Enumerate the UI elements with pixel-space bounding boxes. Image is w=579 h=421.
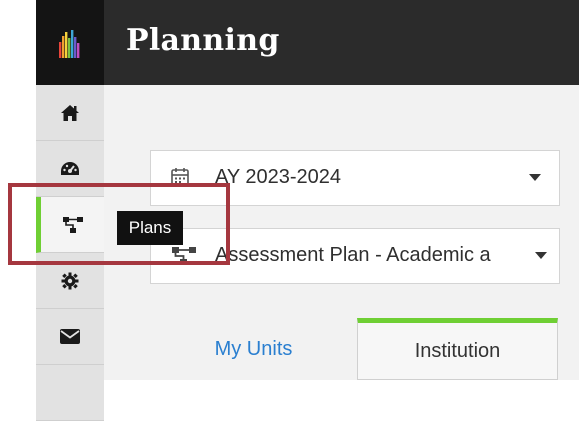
sidebar-item-home[interactable]	[36, 85, 104, 141]
academic-year-value: AY 2023-2024	[215, 166, 342, 188]
sidebar-item-messages[interactable]	[36, 309, 104, 365]
app-logo[interactable]	[36, 0, 104, 85]
app-header: Planning	[104, 0, 579, 85]
envelope-icon	[60, 329, 80, 344]
chevron-down-icon	[535, 252, 547, 259]
bar-logo-icon	[59, 29, 80, 58]
highlight-box	[8, 183, 230, 265]
sidebar-item-more[interactable]	[36, 365, 104, 421]
chevron-down-icon	[529, 174, 541, 181]
dashboard-icon	[59, 160, 81, 178]
tab-institution[interactable]: Institution	[357, 318, 558, 380]
gear-icon	[61, 272, 79, 290]
tab-my-units[interactable]: My Units	[150, 318, 357, 380]
page-title: Planning	[126, 23, 280, 58]
plan-value: Assessment Plan - Academic a	[215, 244, 491, 266]
home-icon	[60, 104, 80, 122]
